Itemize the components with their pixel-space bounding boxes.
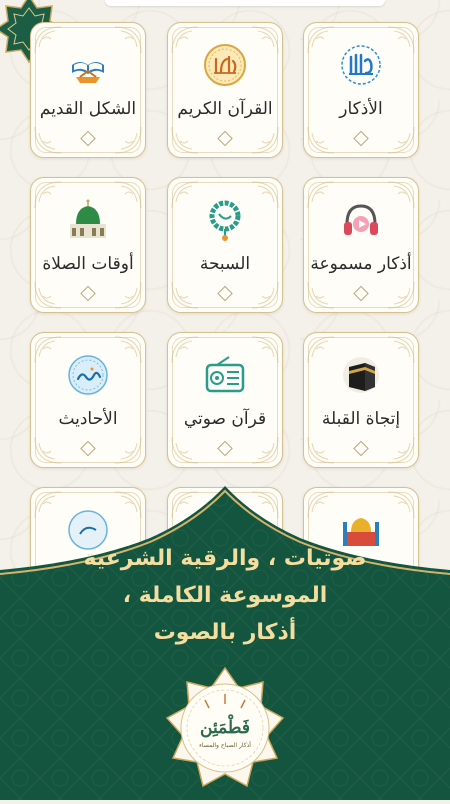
logo-subtitle: أذكار الصباح والمساء [199, 742, 251, 749]
allah-calligraphy-icon [341, 45, 381, 85]
card-label: أوقات الصلاة [42, 254, 134, 274]
card-hadith[interactable]: الأحاديث [30, 332, 146, 468]
app-logo: فَطْمَئِن أذكار الصباح والمساء [155, 660, 295, 800]
card-label: الشكل القديم [39, 99, 137, 119]
diamond-ornament-icon [80, 130, 96, 147]
card-azkar[interactable]: الأذكار [303, 22, 419, 158]
card-label: أذكار مسموعة [310, 254, 412, 274]
prayer-beads-icon [209, 200, 241, 241]
diamond-ornament-icon [80, 285, 96, 302]
card-label: القرآن الكريم [177, 99, 273, 119]
menu-row: أذكار مسموعة السبحة أوقات الصلاة [30, 177, 422, 332]
open-quran-book-icon [72, 62, 104, 83]
banner-text: صوتيات ، والرقية الشرعية الموسوعة الكامل… [0, 540, 450, 651]
headphones-icon [344, 204, 378, 235]
card-old-style[interactable]: الشكل القديم [30, 22, 146, 158]
card-label: الأحاديث [58, 409, 118, 429]
diamond-ornament-icon [217, 285, 233, 302]
menu-row: إتجاة القبلة قرآن صوتي الأحاديث [30, 332, 422, 487]
diamond-ornament-icon [217, 130, 233, 147]
card-subha[interactable]: السبحة [167, 177, 283, 313]
card-label: السبحة [199, 254, 251, 274]
top-card-edge [105, 0, 385, 6]
banner-line-3: أذكار بالصوت [153, 620, 297, 645]
logo-title: فَطْمَئِن [200, 718, 250, 738]
kaaba-icon [343, 357, 379, 393]
card-audio-quran[interactable]: قرآن صوتي [167, 332, 283, 468]
diamond-ornament-icon [353, 130, 369, 147]
quran-calligraphy-icon [204, 44, 246, 86]
muhammad-calligraphy-icon [68, 355, 108, 395]
card-audio-azkar[interactable]: أذكار مسموعة [303, 177, 419, 313]
card-label: قرآن صوتي [183, 409, 267, 429]
radio-icon [205, 356, 245, 393]
card-qibla[interactable]: إتجاة القبلة [303, 332, 419, 468]
card-quran[interactable]: القرآن الكريم [167, 22, 283, 158]
diamond-ornament-icon [217, 440, 233, 457]
menu-row: الأذكار القرآن الكريم الشكل القديم [30, 22, 422, 177]
card-label: الأذكار [339, 99, 383, 119]
card-prayer-times[interactable]: أوقات الصلاة [30, 177, 146, 313]
diamond-ornament-icon [353, 440, 369, 457]
mosque-dome-icon [70, 199, 106, 238]
banner-line-2: الموسوعة الكاملة ، [122, 583, 328, 608]
card-label: إتجاة القبلة [321, 409, 401, 429]
promo-banner: صوتيات ، والرقية الشرعية الموسوعة الكامل… [0, 478, 450, 800]
diamond-ornament-icon [353, 285, 369, 302]
banner-line-1: صوتيات ، والرقية الشرعية [83, 546, 367, 571]
diamond-ornament-icon [80, 440, 96, 457]
